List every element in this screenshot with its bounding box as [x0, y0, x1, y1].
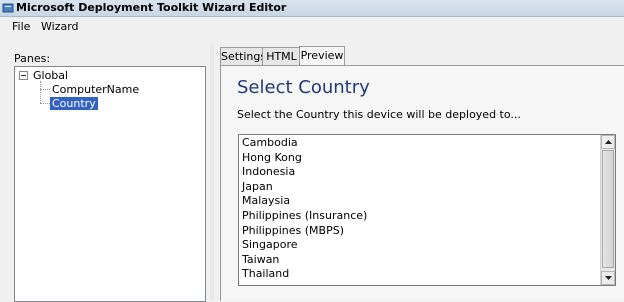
list-item[interactable]: Malaysia — [242, 194, 367, 209]
arrow-down-icon — [605, 276, 612, 280]
tree-node-computername[interactable]: ComputerName — [52, 83, 139, 96]
pane-splitter[interactable] — [210, 44, 214, 300]
tree-connector — [40, 89, 50, 90]
listbox-scrollbar[interactable] — [600, 135, 615, 285]
list-item[interactable]: Singapore — [242, 238, 367, 253]
instruction-text: Select the Country this device will be d… — [237, 108, 521, 121]
tree-connector — [40, 81, 41, 103]
tab-settings[interactable]: Settings — [220, 47, 266, 65]
menu-file[interactable]: File — [12, 20, 30, 33]
window-title-bar: Microsoft Deployment Toolkit Wizard Edit… — [0, 0, 624, 17]
list-item[interactable]: Philippines (MBPS) — [242, 224, 367, 239]
list-item[interactable]: Cambodia — [242, 136, 367, 151]
list-item[interactable]: Taiwan — [242, 253, 367, 268]
tab-preview[interactable]: Preview — [299, 46, 345, 65]
scroll-up-button[interactable] — [601, 135, 615, 149]
mdt-app-icon — [2, 3, 14, 13]
tree-connector — [40, 103, 50, 104]
tab-html[interactable]: HTML — [262, 47, 301, 65]
list-item[interactable]: Japan — [242, 180, 367, 195]
scroll-down-button[interactable] — [601, 271, 615, 285]
list-item[interactable]: Thailand — [242, 267, 367, 282]
collapse-icon[interactable] — [19, 71, 28, 80]
menu-wizard[interactable]: Wizard — [41, 20, 79, 33]
window-title: Microsoft Deployment Toolkit Wizard Edit… — [16, 1, 287, 14]
list-item[interactable]: Hong Kong — [242, 151, 367, 166]
page-title: Select Country — [237, 77, 370, 98]
panes-tree[interactable]: Global ComputerName Country — [14, 66, 206, 302]
panes-label: Panes: — [14, 52, 51, 65]
arrow-up-icon — [605, 140, 612, 144]
scroll-thumb[interactable] — [602, 150, 614, 268]
list-item[interactable]: Philippines (Insurance) — [242, 209, 367, 224]
menu-bar: File Wizard — [0, 17, 624, 37]
country-list: Cambodia Hong Kong Indonesia Japan Malay… — [242, 136, 367, 282]
country-listbox[interactable]: Cambodia Hong Kong Indonesia Japan Malay… — [238, 134, 616, 286]
list-item[interactable]: Indonesia — [242, 165, 367, 180]
tree-node-global[interactable]: Global — [33, 69, 68, 82]
tree-node-country[interactable]: Country — [50, 97, 98, 110]
